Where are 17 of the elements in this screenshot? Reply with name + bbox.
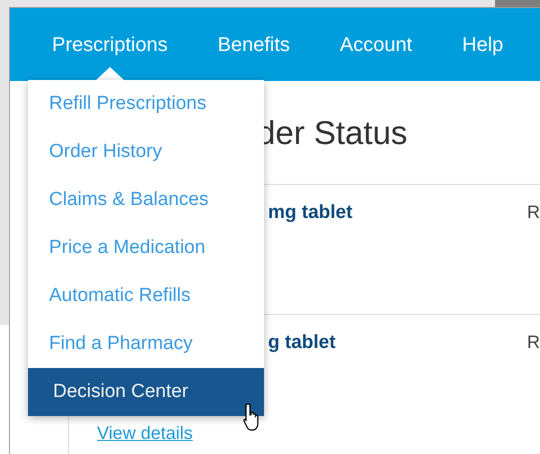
menu-item[interactable]: Claims & Balances	[28, 176, 264, 224]
menu-item[interactable]: Order History	[28, 128, 264, 176]
nav-link[interactable]: Help	[462, 30, 504, 60]
nav-link[interactable]: Benefits	[218, 30, 290, 60]
window-edge	[495, 0, 540, 7]
order-status-text: R	[527, 331, 540, 354]
order-status-text: R	[527, 201, 540, 224]
menu-item[interactable]: Decision Center	[28, 368, 264, 416]
drug-name: g tablet	[268, 331, 336, 355]
menu-item[interactable]: Price a Medication	[28, 224, 264, 272]
menu-item[interactable]: Automatic Refills	[28, 272, 264, 320]
nav-link[interactable]: Account	[340, 30, 412, 60]
view-details-link[interactable]: View details	[97, 420, 193, 446]
menu-item[interactable]: Refill Prescriptions	[28, 80, 264, 128]
nav-link[interactable]: Prescriptions	[52, 30, 168, 60]
menu-item[interactable]: Find a Pharmacy	[28, 320, 264, 368]
drug-name: mg tablet	[268, 201, 352, 225]
